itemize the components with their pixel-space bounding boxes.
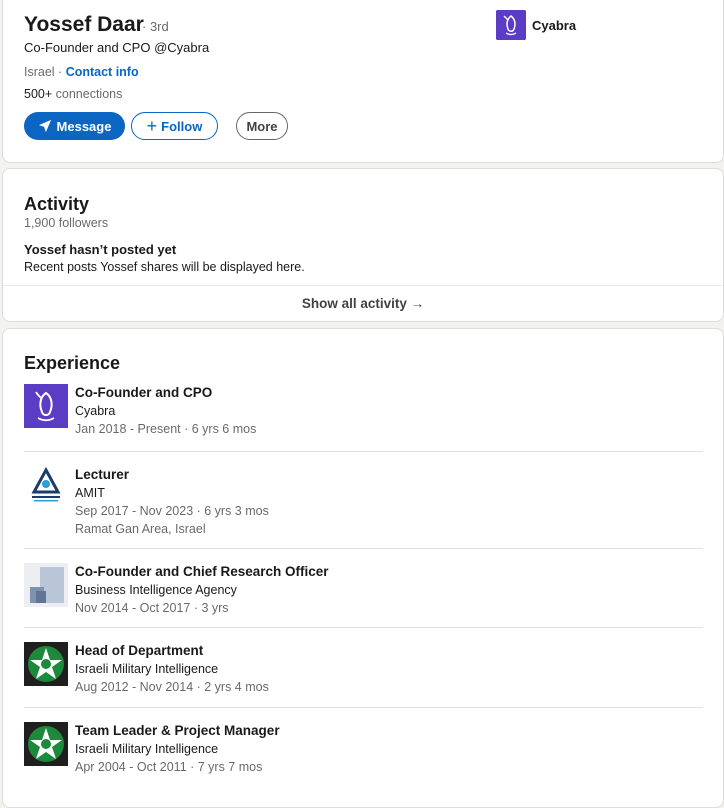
experience-item[interactable]: Team Leader & Project Manager Israeli Mi… (24, 722, 703, 782)
experience-card: Experience Co-Founder and CPO Cyabra Jan… (2, 328, 724, 808)
experience-divider (24, 627, 703, 628)
experience-location: Ramat Gan Area, Israel (75, 522, 206, 536)
location-text: Israel · (24, 65, 63, 79)
bia-logo-icon (24, 563, 68, 607)
experience-dates: Jan 2018 - Present · 6 yrs 6 mos (75, 422, 257, 436)
contact-info-link[interactable]: Contact info (66, 65, 139, 79)
plus-icon: + (146, 116, 158, 136)
experience-org: Cyabra (75, 404, 116, 418)
no-posts-heading: Yossef hasn’t posted yet (24, 242, 177, 257)
profile-top-card: Yossef Daar · 3rd Co-Founder and CPO @Cy… (2, 0, 724, 163)
connections-count: 500+ connections (24, 87, 122, 101)
experience-role: Co-Founder and CPO (75, 385, 213, 400)
send-icon (38, 119, 51, 133)
arrow-right-icon: → (410, 296, 425, 311)
military-intelligence-logo-icon (24, 642, 68, 686)
experience-role: Lecturer (75, 467, 130, 482)
experience-role: Head of Department (75, 643, 204, 658)
location-line: Israel · Contact info (24, 65, 139, 79)
experience-dates: Sep 2017 - Nov 2023 · 6 yrs 3 mos (75, 504, 269, 518)
profile-headline: Co-Founder and CPO @Cyabra (24, 40, 210, 55)
message-button[interactable]: Message (24, 112, 125, 140)
experience-role: Team Leader & Project Manager (75, 723, 280, 738)
amit-logo-icon (24, 466, 68, 510)
experience-org: Business Intelligence Agency (75, 583, 237, 597)
follow-button[interactable]: + Follow (131, 112, 218, 140)
current-company-link[interactable]: Cyabra (532, 18, 576, 33)
experience-divider (24, 451, 703, 452)
connection-degree: · 3rd (142, 19, 169, 34)
experience-dates: Nov 2014 - Oct 2017 · 3 yrs (75, 601, 229, 615)
experience-role: Co-Founder and Chief Research Officer (75, 564, 329, 579)
show-all-label: Show all activity (301, 296, 407, 311)
military-intelligence-logo-icon (24, 722, 68, 766)
more-button[interactable]: More (236, 112, 288, 140)
experience-item[interactable]: Co-Founder and Chief Research Officer Bu… (24, 563, 703, 623)
experience-item[interactable]: Lecturer AMIT Sep 2017 - Nov 2023 · 6 yr… (24, 466, 703, 544)
experience-divider (24, 707, 703, 708)
experience-item[interactable]: Head of Department Israeli Military Inte… (24, 642, 703, 702)
experience-dates: Apr 2004 - Oct 2011 · 7 yrs 7 mos (75, 760, 263, 774)
experience-org: Israeli Military Intelligence (75, 662, 219, 676)
no-posts-note: Recent posts Yossef shares will be displ… (24, 260, 305, 274)
cyabra-logo-icon (24, 384, 68, 428)
more-label: More (246, 118, 278, 134)
experience-org: Israeli Military Intelligence (75, 742, 219, 756)
message-label: Message (56, 118, 112, 134)
followers-count: 1,900 followers (24, 216, 109, 230)
activity-title: Activity (24, 194, 90, 214)
profile-name: Yossef Daar (24, 13, 144, 36)
activity-card: Activity 1,900 followers Yossef hasn’t p… (2, 168, 724, 322)
connections-label: connections (55, 87, 123, 101)
cyabra-logo-icon[interactable] (496, 10, 526, 40)
follow-label: Follow (161, 118, 203, 134)
experience-org: AMIT (75, 486, 105, 500)
experience-dates: Aug 2012 - Nov 2014 · 2 yrs 4 mos (75, 680, 269, 694)
experience-item[interactable]: Co-Founder and CPO Cyabra Jan 2018 - Pre… (24, 384, 703, 444)
experience-divider (24, 548, 703, 549)
show-all-activity-link[interactable]: Show all activity → (3, 296, 723, 311)
experience-title: Experience (24, 353, 121, 373)
connections-number: 500+ (24, 87, 53, 101)
activity-divider (3, 285, 723, 286)
